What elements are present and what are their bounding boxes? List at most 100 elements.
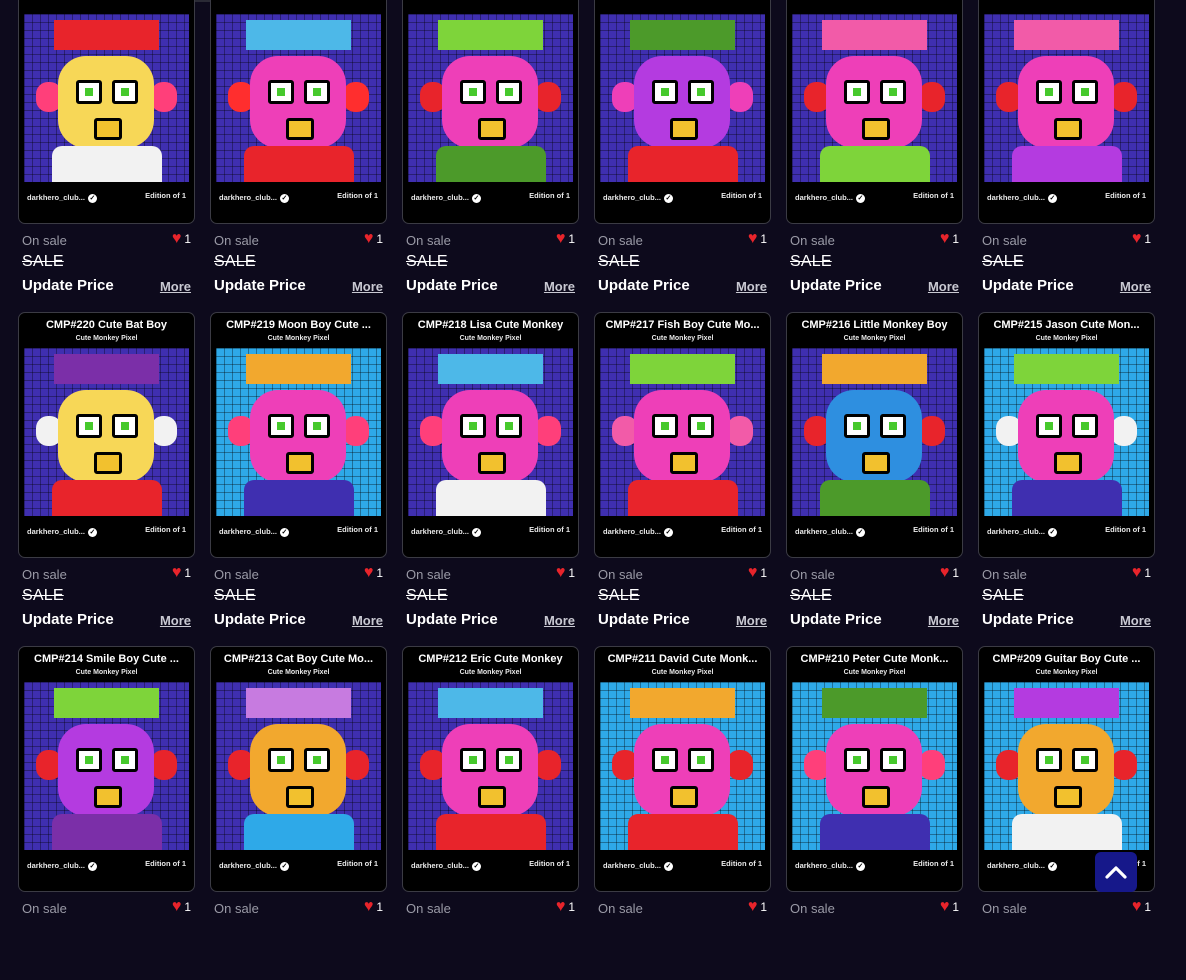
owner-name[interactable]: darkhero_club... [219, 527, 277, 536]
like-button[interactable]: ♥ 1 [364, 899, 383, 915]
update-price-button[interactable]: Update Price [790, 277, 882, 294]
update-price-button[interactable]: Update Price [790, 611, 882, 628]
heart-icon[interactable]: ♥ [748, 231, 758, 247]
owner-name[interactable]: darkhero_club... [603, 193, 661, 202]
owner[interactable]: darkhero_club... ✓ [987, 861, 1057, 871]
nft-card[interactable]: darkhero_club... ✓ Edition of 1 [978, 0, 1155, 224]
heart-icon[interactable]: ♥ [556, 899, 566, 915]
owner[interactable]: darkhero_club... ✓ [603, 861, 673, 871]
nft-card[interactable]: CMP#213 Cat Boy Cute Mo... Cute Monkey P… [210, 646, 387, 892]
like-button[interactable]: ♥ 1 [364, 231, 383, 247]
like-button[interactable]: ♥ 1 [748, 231, 767, 247]
nft-card[interactable]: CMP#212 Eric Cute Monkey Cute Monkey Pix… [402, 646, 579, 892]
heart-icon[interactable]: ♥ [940, 899, 950, 915]
owner-name[interactable]: darkhero_club... [987, 861, 1045, 870]
owner-name[interactable]: darkhero_club... [603, 861, 661, 870]
more-link[interactable]: More [1120, 279, 1151, 294]
like-button[interactable]: ♥ 1 [364, 565, 383, 581]
owner[interactable]: darkhero_club... ✓ [603, 527, 673, 537]
update-price-button[interactable]: Update Price [22, 277, 114, 294]
heart-icon[interactable]: ♥ [172, 899, 182, 915]
heart-icon[interactable]: ♥ [940, 565, 950, 581]
update-price-button[interactable]: Update Price [406, 277, 498, 294]
nft-card[interactable]: CMP#214 Smile Boy Cute ... Cute Monkey P… [18, 646, 195, 892]
owner-name[interactable]: darkhero_club... [27, 861, 85, 870]
owner-name[interactable]: darkhero_club... [27, 527, 85, 536]
more-link[interactable]: More [352, 279, 383, 294]
like-button[interactable]: ♥ 1 [1132, 231, 1151, 247]
owner-name[interactable]: darkhero_club... [987, 527, 1045, 536]
more-link[interactable]: More [544, 279, 575, 294]
update-price-button[interactable]: Update Price [214, 611, 306, 628]
like-button[interactable]: ♥ 1 [940, 565, 959, 581]
more-link[interactable]: More [160, 279, 191, 294]
nft-card[interactable]: CMP#211 David Cute Monk... Cute Monkey P… [594, 646, 771, 892]
like-button[interactable]: ♥ 1 [556, 565, 575, 581]
owner-name[interactable]: darkhero_club... [795, 527, 853, 536]
nft-card[interactable]: CMP#217 Fish Boy Cute Mo... Cute Monkey … [594, 312, 771, 558]
owner[interactable]: darkhero_club... ✓ [411, 527, 481, 537]
owner[interactable]: darkhero_club... ✓ [27, 193, 97, 203]
update-price-button[interactable]: Update Price [406, 611, 498, 628]
nft-artwork[interactable] [408, 14, 573, 182]
heart-icon[interactable]: ♥ [172, 231, 182, 247]
nft-card[interactable]: CMP#219 Moon Boy Cute ... Cute Monkey Pi… [210, 312, 387, 558]
owner-name[interactable]: darkhero_club... [603, 527, 661, 536]
nft-card[interactable]: darkhero_club... ✓ Edition of 1 [594, 0, 771, 224]
owner[interactable]: darkhero_club... ✓ [411, 861, 481, 871]
nft-artwork[interactable] [600, 348, 765, 516]
like-button[interactable]: ♥ 1 [940, 899, 959, 915]
like-button[interactable]: ♥ 1 [748, 565, 767, 581]
heart-icon[interactable]: ♥ [1132, 899, 1142, 915]
heart-icon[interactable]: ♥ [556, 565, 566, 581]
nft-artwork[interactable] [984, 348, 1149, 516]
like-button[interactable]: ♥ 1 [172, 899, 191, 915]
like-button[interactable]: ♥ 1 [556, 231, 575, 247]
owner-name[interactable]: darkhero_club... [219, 861, 277, 870]
owner[interactable]: darkhero_club... ✓ [987, 527, 1057, 537]
heart-icon[interactable]: ♥ [364, 565, 374, 581]
nft-artwork[interactable] [792, 682, 957, 850]
owner[interactable]: darkhero_club... ✓ [219, 527, 289, 537]
owner[interactable]: darkhero_club... ✓ [219, 861, 289, 871]
like-button[interactable]: ♥ 1 [556, 899, 575, 915]
nft-artwork[interactable] [984, 682, 1149, 850]
owner[interactable]: darkhero_club... ✓ [795, 861, 865, 871]
more-link[interactable]: More [928, 613, 959, 628]
more-link[interactable]: More [352, 613, 383, 628]
nft-artwork[interactable] [216, 14, 381, 182]
nft-artwork[interactable] [24, 348, 189, 516]
nft-card[interactable]: darkhero_club... ✓ Edition of 1 [210, 0, 387, 224]
owner-name[interactable]: darkhero_club... [411, 861, 469, 870]
owner[interactable]: darkhero_club... ✓ [795, 193, 865, 203]
owner-name[interactable]: darkhero_club... [795, 861, 853, 870]
update-price-button[interactable]: Update Price [982, 277, 1074, 294]
owner[interactable]: darkhero_club... ✓ [27, 861, 97, 871]
more-link[interactable]: More [928, 279, 959, 294]
nft-card[interactable]: darkhero_club... ✓ Edition of 1 [786, 0, 963, 224]
owner[interactable]: darkhero_club... ✓ [219, 193, 289, 203]
like-button[interactable]: ♥ 1 [940, 231, 959, 247]
more-link[interactable]: More [544, 613, 575, 628]
update-price-button[interactable]: Update Price [214, 277, 306, 294]
heart-icon[interactable]: ♥ [1132, 565, 1142, 581]
nft-card[interactable]: darkhero_club... ✓ Edition of 1 [18, 0, 195, 224]
owner-name[interactable]: darkhero_club... [219, 193, 277, 202]
more-link[interactable]: More [736, 613, 767, 628]
owner[interactable]: darkhero_club... ✓ [27, 527, 97, 537]
owner[interactable]: darkhero_club... ✓ [603, 193, 673, 203]
nft-artwork[interactable] [216, 348, 381, 516]
update-price-button[interactable]: Update Price [22, 611, 114, 628]
owner-name[interactable]: darkhero_club... [27, 193, 85, 202]
owner-name[interactable]: darkhero_club... [987, 193, 1045, 202]
owner-name[interactable]: darkhero_club... [411, 193, 469, 202]
nft-artwork[interactable] [792, 14, 957, 182]
like-button[interactable]: ♥ 1 [172, 565, 191, 581]
like-button[interactable]: ♥ 1 [1132, 565, 1151, 581]
update-price-button[interactable]: Update Price [982, 611, 1074, 628]
nft-artwork[interactable] [408, 348, 573, 516]
nft-artwork[interactable] [408, 682, 573, 850]
nft-artwork[interactable] [24, 14, 189, 182]
like-button[interactable]: ♥ 1 [748, 899, 767, 915]
like-button[interactable]: ♥ 1 [172, 231, 191, 247]
